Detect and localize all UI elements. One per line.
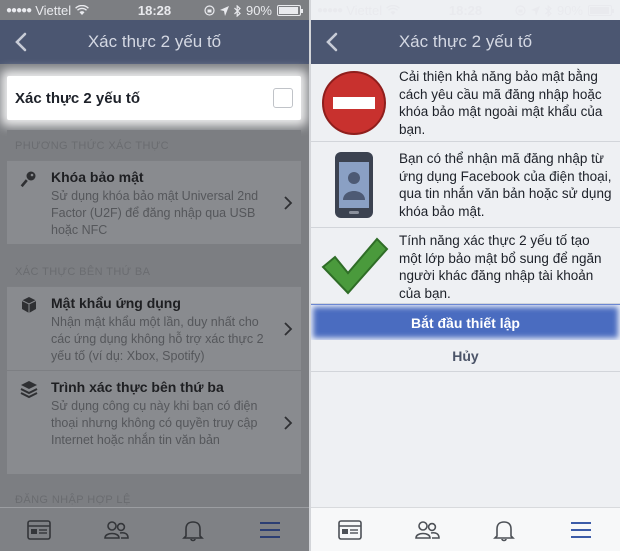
row-description: Nhận mật khẩu một lần, duy nhất cho các …	[51, 315, 264, 363]
location-icon	[219, 5, 229, 16]
cube-icon	[21, 297, 37, 313]
bluetooth-icon	[234, 4, 241, 17]
tab-bar	[0, 507, 309, 551]
battery-icon	[588, 5, 614, 16]
section-third-party: XÁC THỰC BÊN THỨ BA Mật khẩu ứng dụng Nh…	[7, 256, 301, 474]
status-bar: ●●●●● Viettel 18:28 90%	[0, 0, 309, 20]
row-title: Khóa bảo mật	[51, 169, 144, 185]
tab-menu[interactable]	[561, 514, 601, 546]
notifications-icon	[493, 520, 516, 541]
cancel-button[interactable]: Hủy	[311, 340, 620, 372]
info-text: Cải thiện khả năng bảo mật bằng cách yêu…	[399, 69, 603, 137]
info-item-codes: Bạn có thể nhận mã đăng nhập từ ứng dụng…	[311, 142, 620, 228]
checkmark-icon	[321, 237, 389, 295]
key-icon	[20, 171, 36, 188]
row-title: Mật khẩu ứng dụng	[51, 295, 181, 311]
layers-icon	[20, 381, 38, 399]
section-auth-methods: PHƯƠNG THỨC XÁC THỰC Khóa bảo mật Sử dụn…	[7, 130, 301, 244]
row-title: Trình xác thực bên thứ ba	[51, 379, 224, 395]
info-item-protection: Tính năng xác thực 2 yếu tố tạo một lớp …	[311, 228, 620, 304]
tab-friends[interactable]	[96, 514, 136, 546]
page-title: Xác thực 2 yếu tố	[87, 32, 222, 51]
left-screen: ●●●●● Viettel 18:28 90% Xác thực 2 yếu t…	[0, 0, 309, 551]
row-description: Sử dụng khóa bảo mật Universal 2nd Facto…	[51, 189, 259, 237]
row-app-passwords[interactable]: Mật khẩu ứng dụng Nhận mật khẩu một lần,…	[7, 286, 301, 370]
two-factor-toggle-row[interactable]: Xác thực 2 yếu tố	[7, 76, 301, 120]
row-description: Sử dụng công cụ này khi bạn có điện thoạ…	[51, 399, 258, 447]
news-feed-icon	[337, 519, 362, 540]
lock-rotation-icon	[515, 5, 526, 16]
tab-news-feed[interactable]	[330, 514, 370, 546]
page-title: Xác thực 2 yếu tố	[398, 32, 533, 51]
status-bar: ●●●●● Viettel 18:28 90%	[311, 0, 620, 20]
no-entry-icon	[322, 71, 386, 135]
phone-icon	[335, 152, 373, 218]
friends-icon	[415, 520, 440, 539]
info-item-security: Cải thiện khả năng bảo mật bằng cách yêu…	[311, 64, 620, 142]
chevron-right-icon	[284, 195, 293, 210]
info-text: Bạn có thể nhận mã đăng nhập từ ứng dụng…	[399, 151, 612, 219]
tab-news-feed[interactable]	[19, 514, 59, 546]
section-header: PHƯƠNG THỨC XÁC THỰC	[7, 130, 301, 160]
tab-menu[interactable]	[250, 514, 290, 546]
news-feed-icon	[26, 519, 51, 540]
start-setup-button[interactable]: Bắt đầu thiết lập	[311, 304, 620, 340]
row-security-key[interactable]: Khóa bảo mật Sử dụng khóa bảo mật Univer…	[7, 160, 301, 244]
battery-percent: 90%	[556, 3, 583, 18]
info-text: Tính năng xác thực 2 yếu tố tạo một lớp …	[399, 233, 602, 301]
chevron-right-icon	[284, 415, 293, 430]
friends-icon	[104, 520, 129, 539]
nav-bar: Xác thực 2 yếu tố	[0, 20, 309, 64]
location-icon	[530, 5, 540, 16]
tab-bar	[311, 507, 620, 551]
chevron-right-icon	[284, 321, 293, 336]
tab-notifications[interactable]	[484, 514, 524, 546]
menu-icon	[571, 521, 592, 538]
nav-bar: Xác thực 2 yếu tố	[311, 20, 620, 64]
toggle-label: Xác thực 2 yếu tố	[15, 90, 141, 107]
two-factor-checkbox[interactable]	[273, 88, 293, 108]
row-third-party-authenticator[interactable]: Trình xác thực bên thứ ba Sử dụng công c…	[7, 370, 301, 474]
lock-rotation-icon	[204, 5, 215, 16]
battery-icon	[277, 5, 303, 16]
battery-percent: 90%	[245, 3, 272, 18]
bluetooth-icon	[545, 4, 552, 17]
notifications-icon	[182, 520, 205, 541]
menu-icon	[260, 521, 281, 538]
right-screen: ●●●●● Viettel 18:28 90% Xác thực 2 yếu t…	[311, 0, 620, 551]
tab-friends[interactable]	[407, 514, 447, 546]
section-header: XÁC THỰC BÊN THỨ BA	[7, 256, 301, 286]
tab-notifications[interactable]	[173, 514, 213, 546]
